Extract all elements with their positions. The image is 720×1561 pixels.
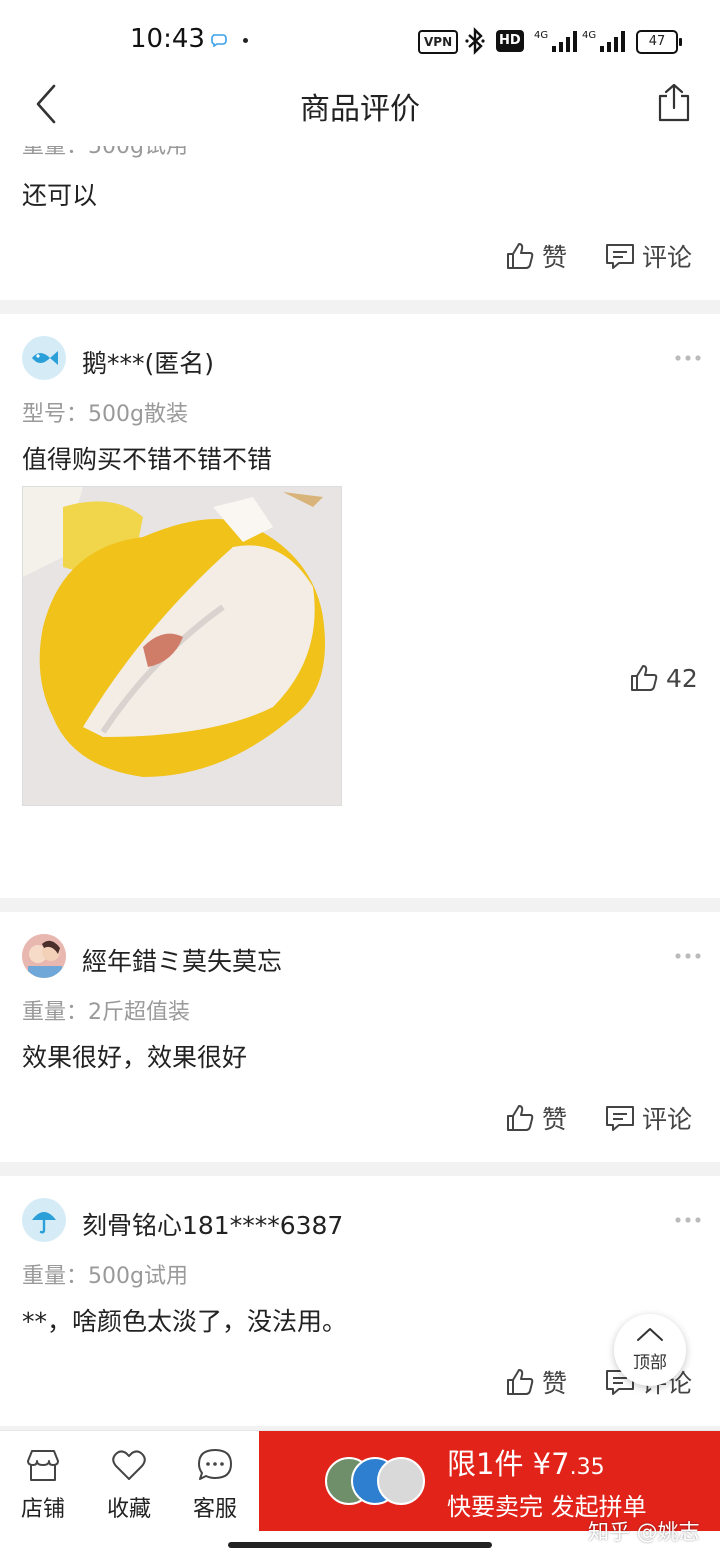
tab-shop[interactable]: 店铺 [8, 1447, 78, 1523]
comment-icon [606, 1106, 634, 1131]
like-button[interactable]: 42 [628, 662, 698, 694]
status-time: 10:43 [130, 24, 205, 54]
net2-label: 4G [582, 30, 596, 41]
battery-icon: 47 [636, 30, 682, 54]
tab-shop-label: 店铺 [20, 1497, 65, 1522]
like-button[interactable]: 赞 [504, 1364, 567, 1400]
like-count: 42 [666, 663, 698, 693]
buy-price-cents: .35 [569, 1455, 605, 1480]
like-button[interactable]: 赞 [504, 1100, 567, 1136]
hd-voice-icon: HD [496, 30, 524, 52]
like-label: 赞 [542, 1105, 568, 1134]
review-text: 还可以 [22, 181, 98, 210]
tab-service[interactable]: 客服 [180, 1447, 250, 1523]
avatar [22, 336, 66, 380]
tab-favorite[interactable]: 收藏 [94, 1447, 164, 1523]
comment-label: 评论 [642, 1105, 693, 1134]
review-card-partial: 重量：500g试用 还可以 赞 评论 [0, 146, 720, 300]
avatar-photo [22, 934, 66, 978]
thumbs-up-icon [507, 243, 534, 269]
review-username[interactable]: 鹅***(匿名) [82, 344, 214, 380]
message-notification-icon [211, 34, 227, 47]
signal-4g-icon-2: 4G [582, 30, 625, 52]
shop-icon [27, 1450, 59, 1481]
more-icon[interactable] [674, 952, 702, 960]
review-card: 經年錯ミ莫失莫忘 重量：2斤超值装 效果很好，效果很好 赞 评论 [0, 912, 720, 1162]
tab-favorite-label: 收藏 [106, 1497, 151, 1522]
umbrella-icon [32, 1212, 56, 1234]
more-icon[interactable] [674, 354, 702, 362]
comment-button[interactable]: 评论 [604, 1100, 692, 1136]
net1-label: 4G [534, 30, 548, 41]
review-text: 值得购买不错不错不错 [22, 445, 273, 474]
notification-dot [243, 38, 248, 43]
thumbs-up-icon [507, 1105, 534, 1131]
buy-price-main: 限1件 ¥7 [447, 1447, 570, 1481]
tab-service-label: 客服 [192, 1497, 237, 1522]
review-username[interactable]: 刻骨铭心181****6387 [82, 1206, 343, 1242]
comment-label: 评论 [642, 243, 693, 272]
review-spec: 重量：500g试用 [22, 1264, 188, 1289]
like-label: 赞 [542, 1369, 568, 1398]
more-icon[interactable] [674, 1216, 702, 1224]
review-text: **，啥颜色太淡了，没法用。 [22, 1307, 348, 1336]
scroll-top-button[interactable]: 顶部 [614, 1314, 686, 1386]
avatar [22, 934, 66, 978]
home-indicator[interactable] [228, 1542, 492, 1548]
nav-header: 商品评价 [0, 80, 720, 146]
avatar [377, 1457, 425, 1505]
bluetooth-icon [465, 27, 485, 55]
watermark: 知乎 @姚志 [588, 1520, 700, 1544]
review-spec: 重量：500g试用 [22, 146, 188, 159]
review-card: 鹅***(匿名) 型号：500g散装 值得购买不错不错不错 42 [0, 314, 720, 898]
share-icon[interactable] [654, 82, 694, 124]
review-card: 刻骨铭心181****6387 重量：500g试用 **，啥颜色太淡了，没法用。… [0, 1176, 720, 1426]
review-photo[interactable] [22, 486, 342, 806]
review-text: 效果很好，效果很好 [22, 1043, 248, 1072]
like-button[interactable]: 赞 [504, 238, 567, 274]
divider [0, 898, 720, 912]
heart-icon [112, 1450, 146, 1480]
comment-button[interactable]: 评论 [604, 238, 692, 274]
review-spec: 型号：500g散装 [22, 402, 188, 427]
comment-icon [606, 244, 634, 269]
like-label: 赞 [542, 243, 568, 272]
thumbs-up-icon [631, 665, 658, 691]
review-spec: 重量：2斤超值装 [22, 1000, 190, 1025]
review-photo-image [23, 487, 341, 805]
page-title: 商品评价 [300, 92, 420, 127]
scroll-top-label: 顶部 [633, 1353, 667, 1373]
avatar [22, 1198, 66, 1242]
status-bar: 10:43 VPN HD 4G 4G 47 [0, 0, 720, 80]
divider [0, 300, 720, 314]
fish-icon [32, 351, 58, 365]
review-username[interactable]: 經年錯ミ莫失莫忘 [82, 942, 282, 978]
buy-price: 限1件 ¥7.35 [447, 1441, 605, 1483]
chat-icon [198, 1449, 232, 1480]
review-list: 重量：500g试用 还可以 赞 评论 鹅***(匿名) 型号：500g散装 值得… [0, 146, 720, 1440]
vpn-icon: VPN [418, 30, 459, 54]
group-buyer-avatars [325, 1457, 429, 1507]
signal-4g-icon: 4G [534, 30, 577, 52]
chevron-up-icon [637, 1328, 663, 1341]
thumbs-up-icon [507, 1369, 534, 1395]
divider [0, 1162, 720, 1176]
